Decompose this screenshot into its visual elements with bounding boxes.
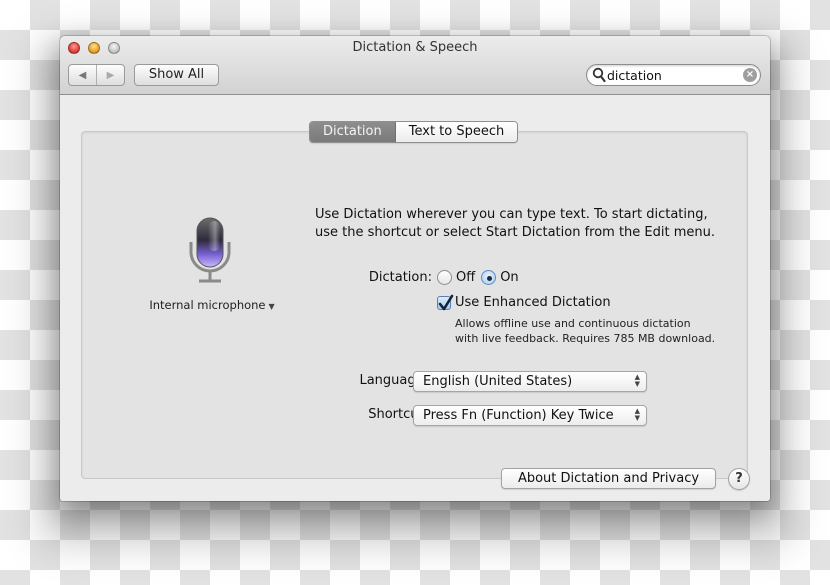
dictation-radio-group: Off On [437, 270, 525, 285]
dictation-on-label: On [500, 270, 519, 285]
updown-arrows-icon: ▲ ▼ [634, 407, 640, 422]
titlebar: Dictation & Speech ◀ ▶ Show All × [60, 36, 770, 95]
dictation-label: Dictation: [368, 270, 432, 285]
dictation-off-label: Off [456, 270, 476, 285]
dictation-off-option[interactable]: Off [437, 270, 475, 285]
window-title: Dictation & Speech [352, 40, 478, 55]
dictation-panel: Internal microphone ▼ Use Dictation where… [81, 131, 750, 490]
search-icon [592, 67, 606, 83]
enhanced-dictation-label: Use Enhanced Dictation [455, 295, 611, 310]
shortcut-popup[interactable]: Press Fn (Function) Key Twice ▲ ▼ [413, 405, 647, 426]
forward-icon: ▶ [106, 69, 115, 81]
help-button[interactable]: ? [728, 468, 750, 490]
show-all-button[interactable]: Show All [134, 64, 219, 86]
language-value: English (United States) [423, 374, 573, 389]
back-button[interactable]: ◀ [69, 65, 96, 85]
shortcut-label: Shortcut: [368, 407, 428, 422]
shortcut-value: Press Fn (Function) Key Twice [423, 408, 614, 423]
back-icon: ◀ [78, 69, 87, 81]
note-line-1: Allows offline use and continuous dictat… [455, 317, 691, 330]
note-line-2: with live feedback. Requires 785 MB down… [455, 332, 716, 345]
input-source-menu[interactable]: Internal microphone ▼ [142, 298, 282, 312]
description-line-2: use the shortcut or select Start Dictati… [315, 225, 716, 240]
content-area: Internal microphone ▼ Use Dictation where… [60, 96, 770, 501]
dictation-off-radio[interactable] [437, 270, 452, 285]
updown-arrows-icon: ▲ ▼ [634, 373, 640, 388]
back-forward-control: ◀ ▶ [68, 64, 125, 86]
search-field: × [586, 64, 761, 86]
tab-bar: Dictation Text to Speech [309, 121, 519, 143]
enhanced-dictation-checkbox[interactable] [437, 294, 454, 310]
dictation-on-option[interactable]: On [481, 270, 519, 285]
enhanced-dictation-option[interactable]: Use Enhanced Dictation [437, 294, 611, 310]
preferences-window: Dictation & Speech ◀ ▶ Show All × [60, 36, 770, 501]
enhanced-dictation-note: Allows offline use and continuous dictat… [455, 316, 715, 346]
language-label: Language: [359, 373, 428, 388]
forward-button[interactable]: ▶ [96, 65, 124, 85]
chevron-down-icon: ▼ [268, 302, 275, 311]
input-source-label: Internal microphone [149, 298, 266, 312]
about-dictation-privacy-button[interactable]: About Dictation and Privacy [501, 468, 716, 489]
tab-text-to-speech[interactable]: Text to Speech [395, 122, 518, 142]
clear-search-icon[interactable]: × [743, 68, 757, 82]
microphone-icon [189, 217, 231, 283]
dictation-on-radio[interactable] [481, 270, 497, 285]
language-popup[interactable]: English (United States) ▲ ▼ [413, 371, 647, 392]
description-line-1: Use Dictation wherever you can type text… [315, 207, 708, 222]
tab-dictation[interactable]: Dictation [310, 122, 396, 142]
checkmark-icon [438, 294, 454, 310]
dictation-description: Use Dictation wherever you can type text… [315, 206, 745, 242]
search-input[interactable] [607, 66, 737, 84]
